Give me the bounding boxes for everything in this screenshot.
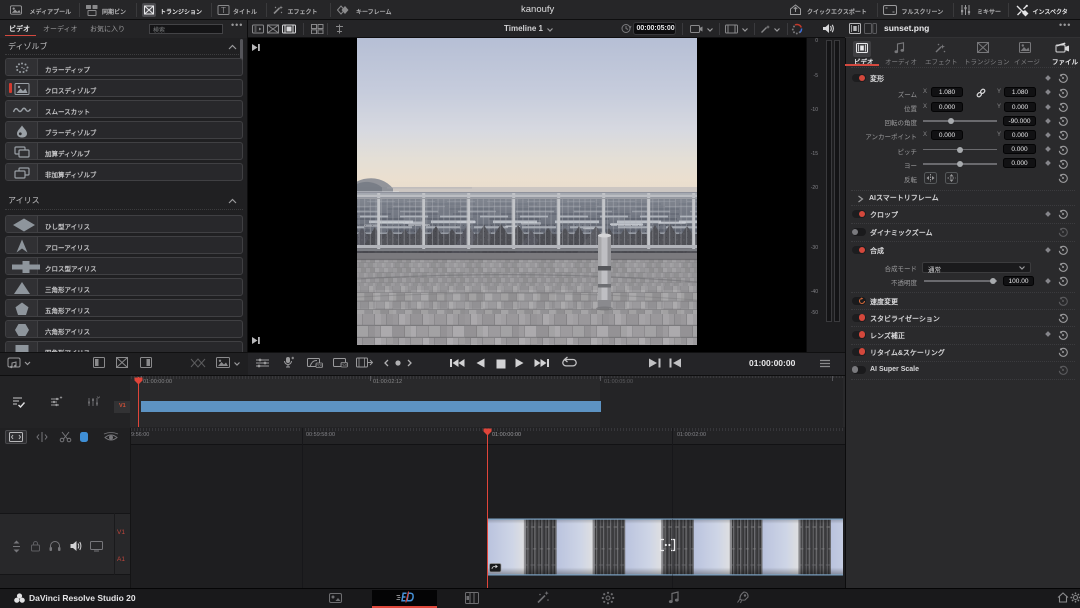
svg-text:POS: POS <box>315 364 323 368</box>
svg-text:POS: POS <box>340 363 348 367</box>
svg-text:T: T <box>221 6 226 15</box>
